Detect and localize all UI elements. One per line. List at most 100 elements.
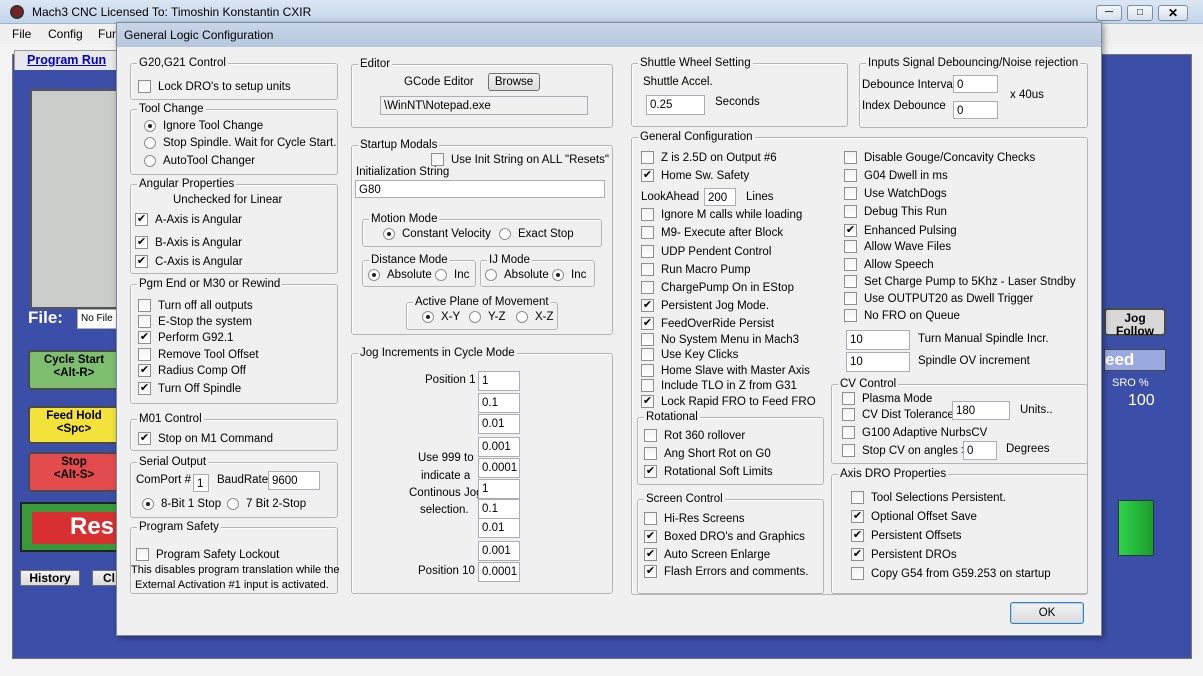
debounce-interval-field[interactable]: 0 bbox=[953, 75, 998, 93]
remove-tool-offset-checkbox[interactable]: Remove Tool Offset bbox=[138, 347, 259, 362]
jog-increment-5[interactable]: 0.0001 bbox=[478, 458, 520, 478]
turn-off-spindle-checkbox[interactable]: ✔ Turn Off Spindle bbox=[138, 381, 241, 396]
menu-config[interactable]: Config bbox=[48, 27, 83, 41]
ignore-tool-change-radio[interactable]: Ignore Tool Change bbox=[144, 118, 263, 133]
home-slave-checkbox[interactable]: Home Slave with Master Axis bbox=[641, 363, 810, 378]
output20-dwell-checkbox[interactable]: Use OUTPUT20 as Dwell Trigger bbox=[844, 291, 1033, 306]
spindle-ov-field[interactable]: 10 bbox=[846, 352, 910, 372]
maximize-button[interactable]: □ bbox=[1127, 5, 1153, 21]
estop-system-checkbox[interactable]: E-Stop the system bbox=[138, 314, 252, 329]
g100-adaptive-checkbox[interactable]: G100 Adaptive NurbsCV bbox=[842, 425, 987, 440]
optional-offset-save-checkbox[interactable]: ✔ Optional Offset Save bbox=[851, 509, 977, 524]
stop-spindle-radio[interactable]: Stop Spindle. Wait for Cycle Start. bbox=[144, 135, 336, 150]
jog-increment-7[interactable]: 0.1 bbox=[478, 499, 520, 519]
jog-increment-10[interactable]: 0.0001 bbox=[478, 562, 520, 582]
c-axis-angular-checkbox[interactable]: ✔ C-Axis is Angular bbox=[135, 254, 243, 269]
plasma-mode-checkbox[interactable]: Plasma Mode bbox=[842, 391, 932, 406]
m9-execute-checkbox[interactable]: M9- Execute after Block bbox=[641, 225, 783, 240]
no-system-menu-checkbox[interactable]: No System Menu in Mach3 bbox=[641, 332, 799, 347]
cv-dist-tolerance-field[interactable]: 180 bbox=[952, 401, 1010, 420]
persistent-jog-checkbox[interactable]: ✔ Persistent Jog Mode. bbox=[641, 298, 769, 313]
flash-errors-checkbox[interactable]: ✔ Flash Errors and comments. bbox=[644, 564, 808, 579]
home-sw-safety-checkbox[interactable]: ✔ Home Sw. Safety bbox=[641, 168, 749, 183]
charge-pump-5khz-checkbox[interactable]: Set Charge Pump to 5Khz - Laser Stndby bbox=[844, 274, 1076, 289]
jog-increment-8[interactable]: 0.01 bbox=[478, 518, 520, 538]
ij-inc-radio[interactable]: Inc bbox=[552, 267, 586, 282]
persistent-offsets-checkbox[interactable]: ✔ Persistent Offsets bbox=[851, 528, 962, 543]
ok-button[interactable]: OK bbox=[1010, 602, 1084, 624]
browse-button[interactable]: Browse bbox=[488, 73, 540, 91]
z-25d-checkbox[interactable]: Z is 2.5D on Output #6 bbox=[641, 150, 777, 165]
close-button[interactable]: ✕ bbox=[1158, 5, 1188, 21]
rot-360-rollover-checkbox[interactable]: Rot 360 rollover bbox=[644, 428, 745, 443]
comport-field[interactable]: 1 bbox=[193, 474, 209, 492]
7bit-2stop-radio[interactable]: 7 Bit 2-Stop bbox=[227, 496, 306, 511]
shuttle-accel-field[interactable]: 0.25 bbox=[646, 95, 705, 115]
ignore-m-calls-checkbox[interactable]: Ignore M calls while loading bbox=[641, 207, 802, 222]
ang-short-rot-checkbox[interactable]: Ang Short Rot on G0 bbox=[644, 446, 771, 461]
tool-selections-persistent-checkbox[interactable]: Tool Selections Persistent. bbox=[851, 490, 1006, 505]
spindle-incr-field[interactable]: 10 bbox=[846, 330, 910, 350]
exact-stop-radio[interactable]: Exact Stop bbox=[499, 226, 574, 241]
a-axis-angular-checkbox[interactable]: ✔ A-Axis is Angular bbox=[135, 212, 242, 227]
init-string-field[interactable]: G80 bbox=[355, 180, 605, 198]
jog-increment-2[interactable]: 0.1 bbox=[478, 393, 520, 413]
plane-yz-radio[interactable]: Y-Z bbox=[469, 309, 505, 324]
program-run-tab[interactable]: Program Run bbox=[14, 50, 124, 70]
rotational-soft-limits-checkbox[interactable]: ✔ Rotational Soft Limits bbox=[644, 464, 773, 479]
auto-screen-enlarge-checkbox[interactable]: ✔ Auto Screen Enlarge bbox=[644, 547, 770, 562]
lock-rapid-fro-checkbox[interactable]: ✔ Lock Rapid FRO to Feed FRO bbox=[641, 394, 816, 409]
distance-inc-radio[interactable]: Inc bbox=[435, 267, 469, 282]
history-button[interactable]: History bbox=[20, 570, 80, 586]
enhanced-pulsing-checkbox[interactable]: ✔ Enhanced Pulsing bbox=[844, 223, 957, 238]
8bit-1stop-radio[interactable]: 8-Bit 1 Stop bbox=[142, 496, 221, 511]
jog-increment-4[interactable]: 0.001 bbox=[478, 437, 520, 457]
disable-gouge-checkbox[interactable]: Disable Gouge/Concavity Checks bbox=[844, 150, 1035, 165]
boxed-dros-checkbox[interactable]: ✔ Boxed DRO's and Graphics bbox=[644, 529, 805, 544]
debug-this-run-checkbox[interactable]: Debug This Run bbox=[844, 204, 947, 219]
stop-on-m1-checkbox[interactable]: ✔ Stop on M1 Command bbox=[138, 431, 273, 446]
hi-res-screens-checkbox[interactable]: Hi-Res Screens bbox=[644, 511, 745, 526]
perform-g921-checkbox[interactable]: ✔ Perform G92.1 bbox=[138, 330, 233, 345]
b-axis-angular-checkbox[interactable]: ✔ B-Axis is Angular bbox=[135, 235, 242, 250]
program-safety-lockout-checkbox[interactable]: Program Safety Lockout bbox=[136, 547, 279, 562]
use-watchdogs-checkbox[interactable]: Use WatchDogs bbox=[844, 186, 947, 201]
no-fro-queue-checkbox[interactable]: No FRO on Queue bbox=[844, 308, 960, 323]
distance-absolute-radio[interactable]: Absolute bbox=[368, 267, 432, 282]
minimize-button[interactable]: ─ bbox=[1096, 5, 1122, 21]
stop-cv-angle-field[interactable]: 0 bbox=[963, 441, 997, 460]
autotool-changer-radio[interactable]: AutoTool Changer bbox=[144, 153, 255, 168]
jog-increment-6[interactable]: 1 bbox=[478, 479, 520, 499]
stop-cv-angles-checkbox[interactable]: Stop CV on angles > bbox=[842, 443, 968, 458]
jog-increment-3[interactable]: 0.01 bbox=[478, 414, 520, 434]
jog-increment-9[interactable]: 0.001 bbox=[478, 541, 520, 561]
allow-wave-files-checkbox[interactable]: Allow Wave Files bbox=[844, 239, 951, 254]
radius-comp-off-checkbox[interactable]: ✔ Radius Comp Off bbox=[138, 363, 246, 378]
copy-g54-checkbox[interactable]: Copy G54 from G59.253 on startup bbox=[851, 566, 1051, 581]
include-tlo-checkbox[interactable]: Include TLO in Z from G31 bbox=[641, 378, 797, 393]
menu-file[interactable]: File bbox=[12, 27, 31, 41]
feedoverride-persist-checkbox[interactable]: ✔ FeedOverRide Persist bbox=[641, 316, 774, 331]
jog-increment-1[interactable]: 1 bbox=[478, 371, 520, 391]
g04-dwell-ms-checkbox[interactable]: G04 Dwell in ms bbox=[844, 168, 948, 183]
stop-button[interactable]: Stop <Alt-S> bbox=[28, 452, 120, 492]
use-key-clicks-checkbox[interactable]: Use Key Clicks bbox=[641, 347, 738, 362]
baudrate-field[interactable]: 9600 bbox=[268, 471, 320, 490]
lookahead-field[interactable]: 200 bbox=[704, 188, 736, 206]
cycle-start-button[interactable]: Cycle Start <Alt-R> bbox=[28, 350, 120, 390]
cv-dist-tolerance-checkbox[interactable]: CV Dist Tolerance bbox=[842, 407, 954, 422]
plane-xy-radio[interactable]: X-Y bbox=[422, 309, 460, 324]
chargepump-estop-checkbox[interactable]: ChargePump On in EStop bbox=[641, 280, 794, 295]
persistent-dros-checkbox[interactable]: ✔ Persistent DROs bbox=[851, 547, 957, 562]
udp-pendent-checkbox[interactable]: UDP Pendent Control bbox=[641, 244, 771, 259]
ij-absolute-radio[interactable]: Absolute bbox=[485, 267, 549, 282]
index-debounce-field[interactable]: 0 bbox=[953, 101, 998, 119]
use-init-string-checkbox[interactable]: Use Init String on ALL "Resets" bbox=[431, 152, 609, 167]
run-macro-pump-checkbox[interactable]: Run Macro Pump bbox=[641, 262, 750, 277]
turn-off-outputs-checkbox[interactable]: Turn off all outputs bbox=[138, 298, 253, 313]
reset-button[interactable]: Res bbox=[20, 502, 122, 552]
plane-xz-radio[interactable]: X-Z bbox=[516, 309, 554, 324]
jog-follow-button[interactable]: Jog Follow bbox=[1104, 308, 1166, 338]
constant-velocity-radio[interactable]: Constant Velocity bbox=[383, 226, 491, 241]
allow-speech-checkbox[interactable]: Allow Speech bbox=[844, 257, 934, 272]
